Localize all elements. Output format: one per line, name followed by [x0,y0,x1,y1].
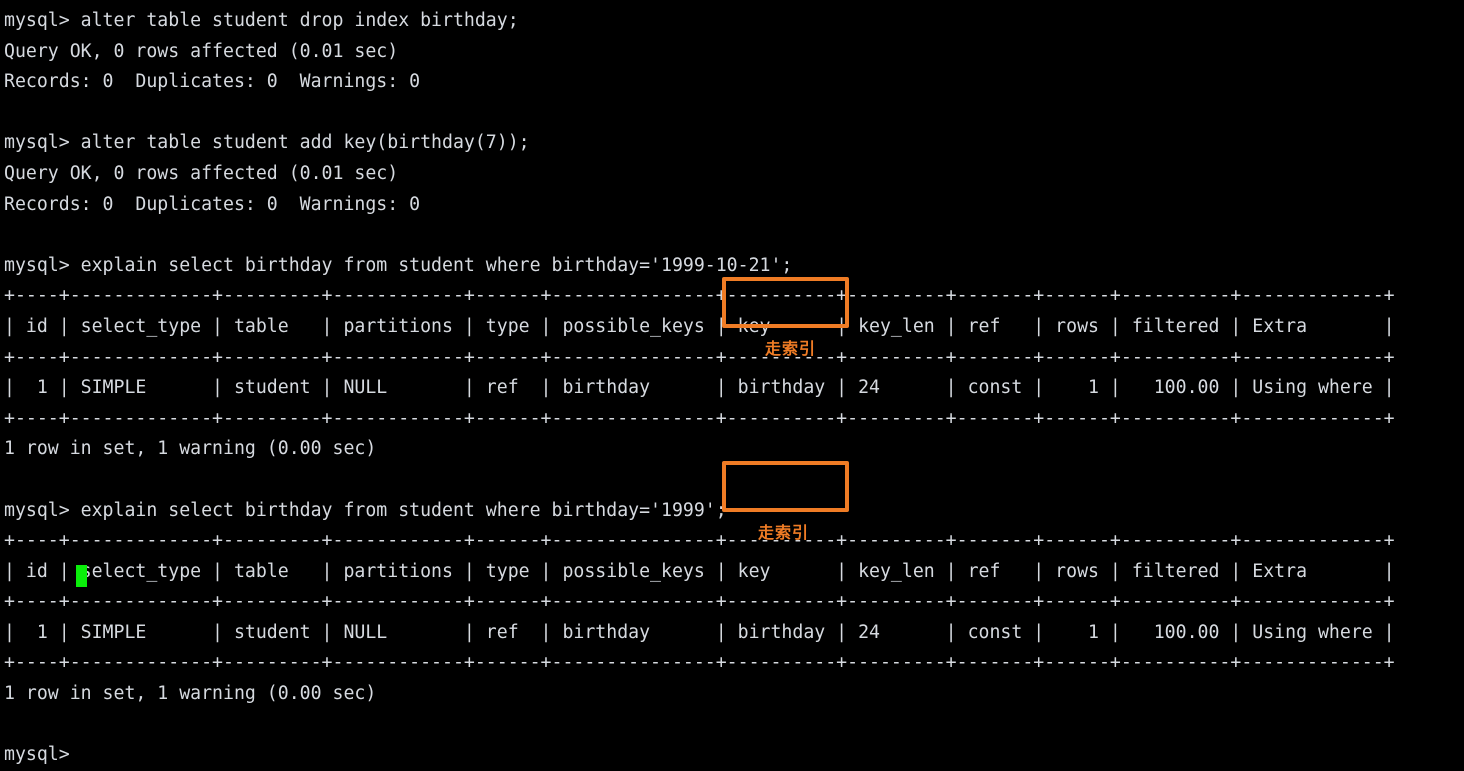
terminal-line: | 1 | SIMPLE | student | NULL | ref | bi… [4,377,1395,399]
index-usage-annotation: 走索引 [765,339,817,358]
text-cursor [76,565,87,587]
terminal-line: +----+-------------+---------+----------… [4,407,1395,429]
terminal-line: +----+-------------+---------+----------… [4,530,1395,552]
terminal-line: mysql> explain select birthday from stud… [4,499,727,521]
terminal-line: +----+-------------+---------+----------… [4,285,1395,307]
terminal-line: 1 row in set, 1 warning (0.00 sec) [4,683,377,705]
terminal-line: mysql> explain select birthday from stud… [4,254,793,276]
terminal-line: Records: 0 Duplicates: 0 Warnings: 0 [4,71,421,93]
terminal-line: 1 row in set, 1 warning (0.00 sec) [4,438,377,460]
terminal-window[interactable]: mysql> alter table student drop index bi… [0,0,1464,765]
terminal-line: mysql> alter table student add key(birth… [4,132,530,154]
terminal-line: Query OK, 0 rows affected (0.01 sec) [4,162,399,184]
terminal-line: +----+-------------+---------+----------… [4,652,1395,674]
terminal-line: | id | select_type | table | partitions … [4,315,1395,337]
terminal-line: mysql> alter table student drop index bi… [4,10,519,31]
terminal-line: Records: 0 Duplicates: 0 Warnings: 0 [4,193,421,215]
terminal-line: Query OK, 0 rows affected (0.01 sec) [4,40,399,62]
terminal-line: +----+-------------+---------+----------… [4,591,1395,613]
terminal-line: +----+-------------+---------+----------… [4,346,1395,368]
terminal-line: | 1 | SIMPLE | student | NULL | ref | bi… [4,621,1395,643]
terminal-line: | id | select_type | table | partitions … [4,560,1395,582]
index-usage-annotation: 走索引 [758,523,810,542]
terminal-line: mysql> [4,744,81,766]
terminal-output: mysql> alter table student drop index bi… [4,6,1464,771]
